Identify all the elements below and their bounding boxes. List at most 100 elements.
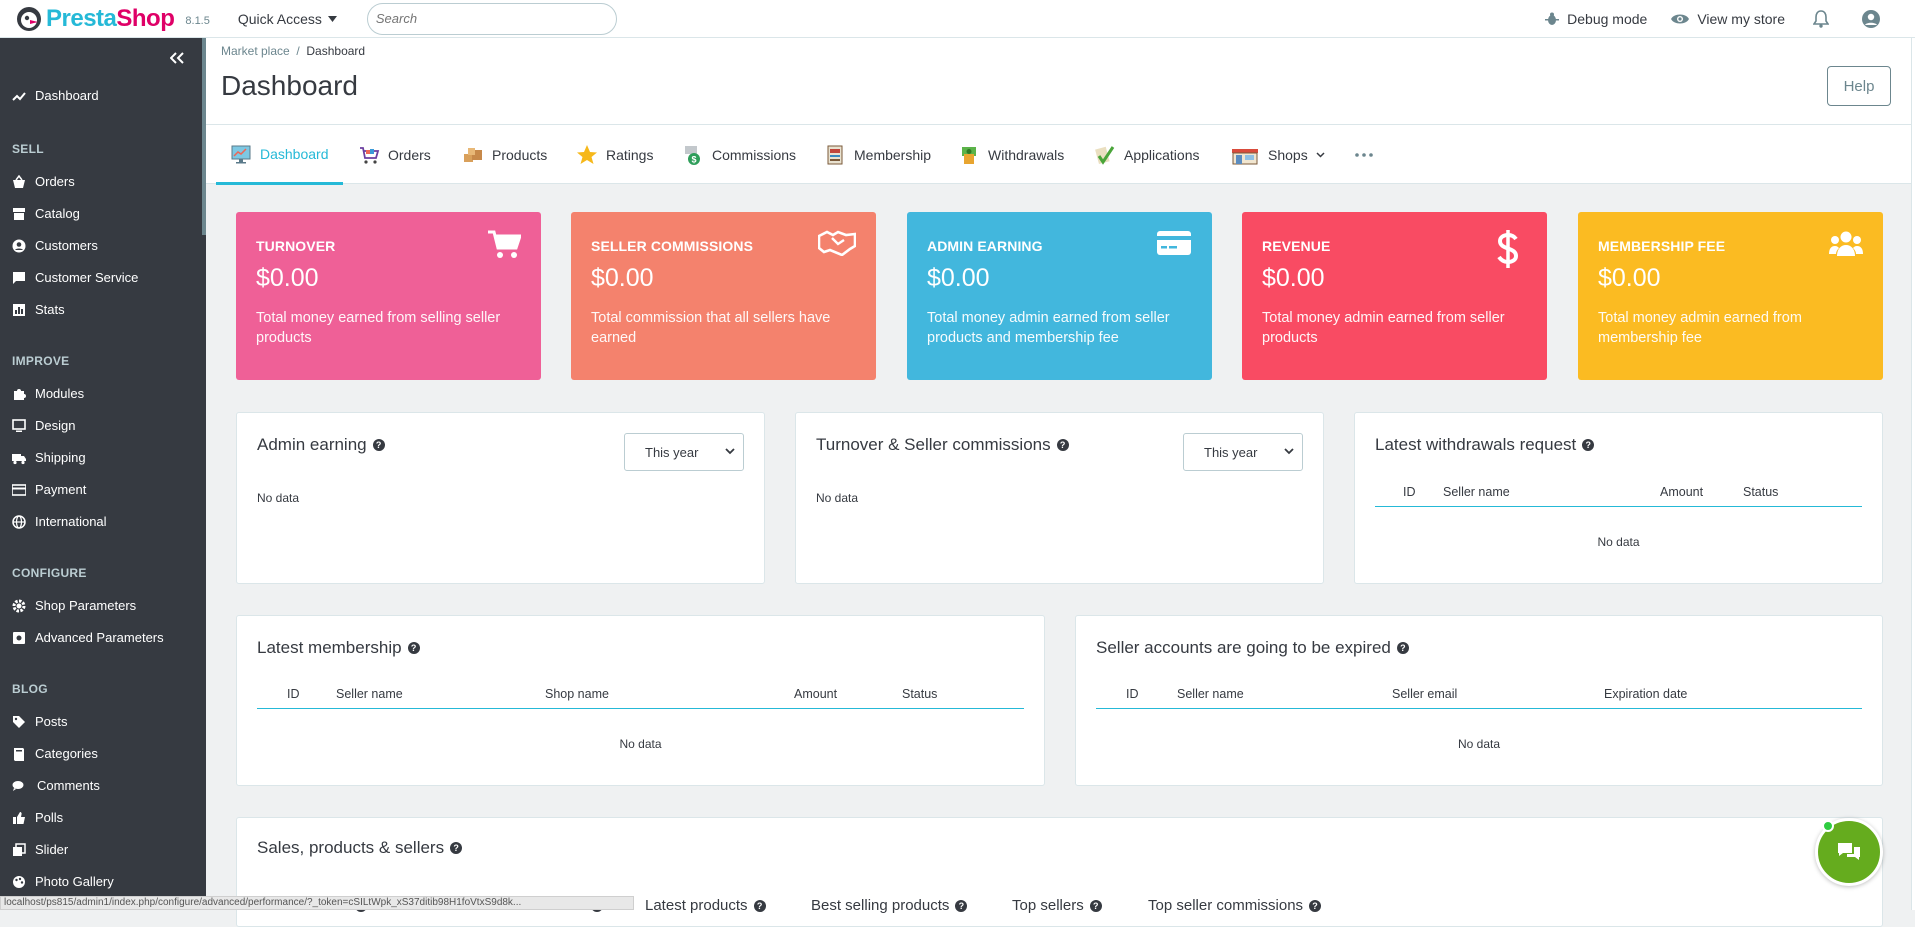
sidebar-item-polls[interactable]: Polls: [12, 810, 63, 825]
page-scrollbar[interactable]: [1911, 38, 1915, 910]
help-icon[interactable]: ?: [407, 642, 420, 654]
sidebar-section-configure: CONFIGURE: [12, 566, 87, 580]
handshake-icon: [818, 230, 856, 256]
subtab-best-selling-products[interactable]: Best selling products?: [811, 897, 968, 914]
bar-chart-icon: [13, 303, 25, 316]
tab-label: Ratings: [606, 147, 654, 163]
sidebar-item-advanced-parameters[interactable]: Advanced Parameters: [12, 630, 164, 645]
debug-mode-label: Debug mode: [1567, 11, 1648, 27]
tab-orders[interactable]: Orders: [358, 125, 431, 185]
bug-icon: [1545, 12, 1560, 25]
credit-card-icon: [12, 483, 26, 496]
tab-label: Applications: [1124, 147, 1200, 163]
svg-text:$: $: [691, 155, 696, 165]
page-header: Market place / Dashboard Dashboard Help: [206, 38, 1911, 124]
trending-icon: [12, 91, 26, 101]
sidebar-item-catalog[interactable]: Catalog: [12, 206, 80, 221]
card-value: $0.00: [1598, 264, 1661, 292]
bell-icon[interactable]: [1813, 10, 1829, 28]
revenue-card: REVENUE $0.00 Total money admin earned f…: [1242, 212, 1547, 380]
sidebar-item-orders[interactable]: Orders: [12, 174, 75, 189]
prestashop-logo[interactable]: PrestaShop: [16, 5, 175, 33]
sidebar-item-payment[interactable]: Payment: [12, 482, 86, 497]
sidebar-item-dashboard[interactable]: Dashboard: [12, 88, 99, 103]
money-hand-tab-icon: [962, 147, 976, 164]
subtab-top-sellers[interactable]: Top sellers?: [1012, 897, 1102, 914]
sidebar-item-stats[interactable]: Stats: [12, 302, 65, 317]
table-header: ID Seller name Seller email Expiration d…: [1096, 679, 1862, 709]
expiring-sellers-panel: Seller accounts are going to be expired?…: [1075, 615, 1883, 786]
sidebar-item-international[interactable]: International: [12, 514, 107, 529]
sidebar-item-label: Dashboard: [35, 88, 99, 103]
debug-mode-link[interactable]: Debug mode: [1545, 11, 1647, 27]
help-icon[interactable]: ?: [372, 439, 385, 451]
search-input[interactable]: [366, 2, 617, 35]
browser-status-url: localhost/ps815/admin1/index.php/configu…: [0, 896, 634, 910]
tab-commissions[interactable]: $ Commissions: [682, 125, 796, 185]
help-icon[interactable]: ?: [1396, 642, 1409, 654]
subtab-top-seller-commissions[interactable]: Top seller commissions?: [1148, 897, 1322, 914]
turnover-card: TURNOVER $0.00 Total money earned from s…: [236, 212, 541, 380]
tab-dashboard[interactable]: Dashboard: [216, 125, 343, 185]
sidebar-item-comments[interactable]: Comments: [12, 778, 100, 793]
help-icon[interactable]: ?: [1056, 439, 1069, 451]
sidebar-item-customers[interactable]: Customers: [12, 238, 98, 253]
card-description: Total money admin earned from seller pro…: [927, 310, 1170, 346]
palette-icon: [13, 875, 25, 888]
desktop-icon: [12, 418, 26, 432]
quick-access-label: Quick Access: [237, 10, 322, 27]
comments-icon: [12, 780, 24, 791]
sidebar-item-categories[interactable]: Categories: [12, 746, 98, 761]
select-value: This year: [645, 444, 699, 460]
sidebar-item-modules[interactable]: Modules: [12, 386, 84, 401]
card-value: $0.00: [927, 264, 990, 292]
help-icon[interactable]: ?: [450, 842, 463, 854]
money-bag-tab-icon: $: [685, 146, 700, 165]
approval-tab-icon: [1095, 146, 1115, 165]
truck-icon: [12, 453, 26, 464]
tab-applications[interactable]: Applications: [1094, 125, 1200, 185]
sidebar-item-design[interactable]: Design: [12, 418, 75, 433]
sidebar-item-customer-service[interactable]: Customer Service: [12, 270, 138, 285]
view-store-label: View my store: [1697, 11, 1785, 27]
card-label: TURNOVER: [256, 238, 336, 254]
tab-withdrawals[interactable]: Withdrawals: [958, 125, 1064, 185]
sales-products-sellers-panel: Sales, products & sellers? Latest orders…: [236, 817, 1883, 927]
help-button[interactable]: Help: [1827, 66, 1891, 106]
sidebar-item-shop-parameters[interactable]: Shop Parameters: [12, 598, 136, 613]
breadcrumb-parent[interactable]: Market place: [221, 44, 290, 58]
sidebar-item-posts[interactable]: Posts: [12, 714, 68, 729]
tab-products[interactable]: Products: [462, 125, 547, 185]
subtab-latest-products[interactable]: Latest products?: [645, 897, 766, 914]
card-label: MEMBERSHIP FEE: [1598, 238, 1726, 254]
sidebar-item-photo-gallery[interactable]: Photo Gallery: [12, 874, 114, 889]
tab-membership[interactable]: Membership: [824, 125, 931, 185]
sidebar-item-label: Modules: [35, 386, 85, 401]
card-value: $0.00: [591, 264, 654, 292]
tab-shops[interactable]: Shops: [1230, 125, 1325, 185]
help-icon[interactable]: ?: [1582, 439, 1595, 451]
more-horizontal-icon: [1355, 153, 1373, 157]
latest-membership-panel: Latest membership? ID Seller name Shop n…: [236, 615, 1045, 786]
sidebar-item-slider[interactable]: Slider: [12, 842, 68, 857]
period-select[interactable]: This year: [624, 433, 744, 471]
tab-more[interactable]: [1354, 125, 1374, 185]
card-description: Total money admin earned from membership…: [1598, 310, 1802, 346]
panel-title: Seller accounts are going to be expired?: [1096, 638, 1409, 658]
tab-ratings[interactable]: Ratings: [576, 125, 653, 185]
user-account-icon[interactable]: [1861, 9, 1881, 29]
sidebar: Dashboard SELL Orders Catalog Customers …: [0, 38, 206, 910]
seller-commissions-card: SELLER COMMISSIONS $0.00 Total commissio…: [571, 212, 876, 380]
panel-title: Latest membership?: [257, 638, 420, 658]
quick-access-dropdown[interactable]: Quick Access: [238, 11, 337, 27]
chevron-down-icon: [1316, 152, 1325, 158]
panel-title: Turnover & Seller commissions?: [816, 435, 1069, 455]
sidebar-item-shipping[interactable]: Shipping: [12, 450, 86, 465]
tags-icon: [13, 715, 25, 728]
period-select[interactable]: This year: [1183, 433, 1303, 471]
column-header: ID: [1403, 485, 1416, 499]
collapse-sidebar-icon[interactable]: [170, 52, 184, 64]
view-store-link[interactable]: View my store: [1671, 11, 1785, 27]
select-value: This year: [1204, 444, 1258, 460]
account-circle-icon: [12, 239, 26, 252]
